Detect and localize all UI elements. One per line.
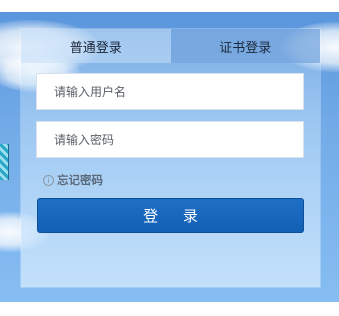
side-decoration-tile bbox=[0, 144, 9, 180]
password-input[interactable] bbox=[36, 121, 304, 158]
login-button[interactable]: 登 录 bbox=[37, 198, 304, 233]
forgot-password-link[interactable]: i 忘记密码 bbox=[43, 172, 103, 188]
tab-normal-login[interactable]: 普通登录 bbox=[21, 29, 171, 63]
tab-cert-login[interactable]: 证书登录 bbox=[170, 29, 320, 63]
login-panel: 普通登录 证书登录 i 忘记密码 登 录 bbox=[21, 29, 320, 287]
login-tabs: 普通登录 证书登录 bbox=[21, 29, 320, 63]
info-circle-icon: i bbox=[43, 174, 54, 186]
username-input[interactable] bbox=[36, 73, 304, 110]
login-scene: 普通登录 证书登录 i 忘记密码 登 录 bbox=[0, 0, 339, 316]
forgot-password-label: 忘记密码 bbox=[57, 173, 103, 187]
